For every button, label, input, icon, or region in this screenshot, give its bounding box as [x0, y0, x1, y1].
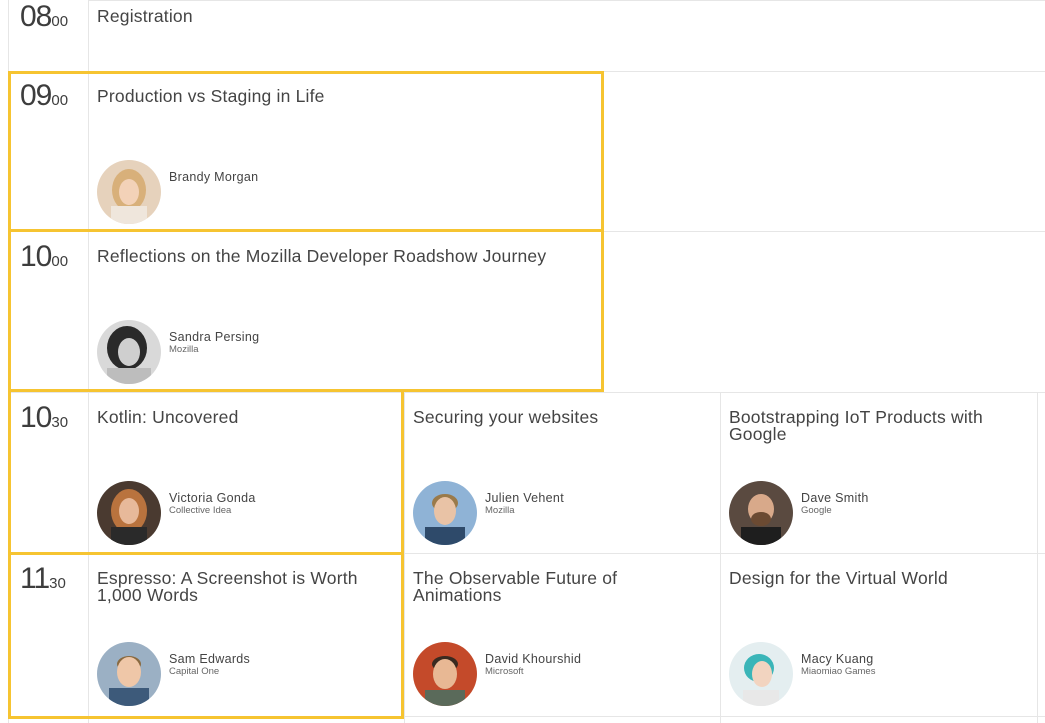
grid-line [8, 392, 1045, 393]
speaker-name[interactable]: Brandy Morgan [169, 170, 258, 184]
session-title[interactable]: Bootstrapping IoT Products with Google [729, 408, 999, 443]
time-label: 1130 [20, 562, 100, 596]
speaker-org: Microsoft [485, 666, 524, 677]
time-label: 0900 [20, 79, 100, 113]
grid-line [8, 553, 1045, 554]
speaker-name[interactable]: Dave Smith [801, 491, 869, 505]
session-title[interactable]: Production vs Staging in Life [97, 87, 325, 105]
time-label: 0800 [20, 0, 100, 34]
session-card: Registration [89, 0, 1039, 70]
session-card[interactable]: Kotlin: Uncovered Victoria Gonda Collect… [89, 401, 399, 551]
speaker-avatar [97, 642, 161, 706]
time-hour: 10 [20, 240, 52, 273]
time-minute: 00 [51, 253, 69, 270]
speaker-name[interactable]: Sandra Persing [169, 330, 259, 344]
speaker-avatar [413, 642, 477, 706]
speaker-avatar [97, 160, 161, 224]
session-title[interactable]: Reflections on the Mozilla Developer Roa… [97, 247, 546, 265]
session-title[interactable]: Espresso: A Screenshot is Worth 1,000 Wo… [97, 569, 377, 604]
speaker-name[interactable]: Macy Kuang [801, 652, 873, 666]
grid-line [8, 71, 1045, 72]
session-title: Registration [97, 6, 193, 26]
session-card[interactable]: Bootstrapping IoT Products with Google D… [721, 401, 1031, 551]
speaker-org: Capital One [169, 666, 220, 677]
speaker-name[interactable]: Victoria Gonda [169, 491, 256, 505]
session-title[interactable]: Kotlin: Uncovered [97, 408, 239, 426]
speaker-org: Google [801, 505, 832, 516]
speaker-name[interactable]: Sam Edwards [169, 652, 250, 666]
session-card[interactable]: The Observable Future of Animations Davi… [405, 562, 715, 712]
grid-line [1037, 392, 1038, 723]
speaker-avatar [97, 320, 161, 384]
grid-line [8, 231, 1045, 232]
speaker-org: Collective Idea [169, 505, 232, 516]
time-minute: 30 [49, 575, 66, 592]
session-title[interactable]: Securing your websites [413, 408, 598, 426]
time-hour: 09 [20, 79, 52, 112]
grid-line [8, 716, 1045, 717]
speaker-org: Mozilla [169, 344, 199, 355]
time-hour: 11 [20, 562, 50, 595]
speaker-avatar [729, 642, 793, 706]
session-card[interactable]: Espresso: A Screenshot is Worth 1,000 Wo… [89, 562, 399, 712]
speaker-avatar [729, 481, 793, 545]
speaker-avatar [97, 481, 161, 545]
session-title[interactable]: Design for the Virtual World [729, 569, 948, 587]
speaker-org: Miaomiao Games [801, 666, 876, 677]
time-label: 1000 [20, 240, 100, 274]
session-card[interactable]: Reflections on the Mozilla Developer Roa… [89, 240, 599, 390]
time-label: 1030 [20, 401, 100, 435]
speaker-avatar [413, 481, 477, 545]
time-minute: 00 [51, 92, 69, 109]
time-hour: 08 [20, 0, 52, 33]
grid-line [8, 0, 9, 723]
session-card[interactable]: Design for the Virtual World Macy Kuang … [721, 562, 1031, 712]
time-hour: 10 [20, 401, 52, 434]
time-minute: 30 [51, 414, 69, 431]
time-minute: 00 [51, 13, 69, 30]
session-card[interactable]: Production vs Staging in Life Brandy Mor… [89, 80, 599, 230]
schedule-grid: 0800 0900 1000 1030 1130 Registration Pr… [0, 0, 1045, 723]
speaker-name[interactable]: David Khourshid [485, 652, 581, 666]
session-card[interactable]: Securing your websites Julien Vehent Moz… [405, 401, 715, 551]
speaker-org: Mozilla [485, 505, 515, 516]
session-title[interactable]: The Observable Future of Animations [413, 569, 673, 604]
speaker-name[interactable]: Julien Vehent [485, 491, 564, 505]
